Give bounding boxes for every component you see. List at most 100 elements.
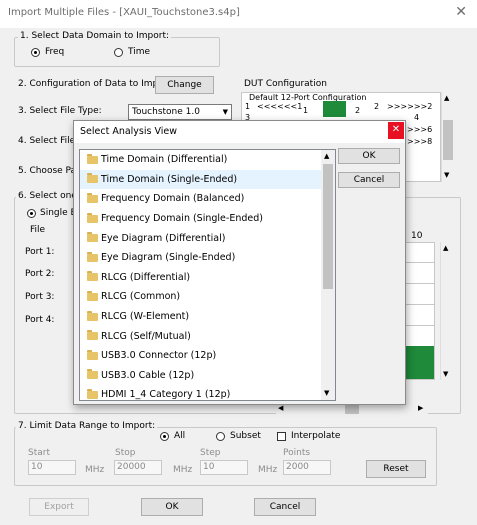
dialog-title-bar: Select Analysis View ✕ bbox=[74, 121, 405, 143]
list-item-label: USB3.0 Connector (12p) bbox=[101, 350, 217, 362]
cancel-button[interactable]: Cancel bbox=[254, 498, 316, 516]
grid-divider bbox=[405, 304, 435, 305]
port-4-label: Port 4: bbox=[25, 315, 55, 325]
list-item[interactable]: Eye Diagram (Differential) bbox=[80, 228, 321, 248]
list-item[interactable]: Time Domain (Differential) bbox=[80, 150, 321, 170]
list-scroll-thumb[interactable] bbox=[323, 164, 333, 289]
list-item-label: RLCG (Differential) bbox=[101, 271, 191, 283]
folder-icon bbox=[87, 310, 98, 321]
config-label: 2. Configuration of Data to Import: bbox=[18, 79, 175, 89]
list-item[interactable]: Frequency Domain (Single-Ended) bbox=[80, 209, 321, 229]
folder-icon bbox=[87, 153, 98, 164]
step-unit: MHz bbox=[258, 465, 278, 475]
ok-button[interactable]: OK bbox=[141, 498, 203, 516]
window-close-icon[interactable]: ✕ bbox=[455, 4, 467, 20]
select-analysis-dialog: Select Analysis View ✕ ▲ ▼ Time Domain (… bbox=[73, 120, 406, 405]
folder-icon bbox=[87, 369, 98, 380]
folder-icon bbox=[87, 232, 98, 243]
grid-scroll-left-icon[interactable]: ◀ bbox=[278, 404, 283, 412]
dut-block bbox=[323, 101, 346, 117]
column-10-header: 10 bbox=[411, 231, 423, 241]
grid-scroll-down-icon[interactable]: ▼ bbox=[443, 370, 448, 378]
list-scroll-down-icon[interactable]: ▼ bbox=[324, 389, 329, 397]
list-scrollbar[interactable]: ▲ ▼ bbox=[321, 150, 335, 400]
grid-scroll-up-icon[interactable]: ▲ bbox=[443, 244, 448, 252]
step-label: Step bbox=[200, 448, 221, 458]
window-title: Import Multiple Files - [XAUI_Touchstone… bbox=[8, 7, 240, 18]
grid-divider bbox=[405, 283, 435, 284]
step-field[interactable]: 10 bbox=[200, 460, 248, 475]
dialog-close-icon[interactable]: ✕ bbox=[388, 122, 404, 139]
list-item-label: USB3.0 Cable (12p) bbox=[101, 369, 195, 381]
list-item[interactable]: Eye Diagram (Single-Ended) bbox=[80, 248, 321, 268]
start-field[interactable]: 10 bbox=[28, 460, 76, 475]
subset-label: Subset bbox=[230, 431, 261, 441]
grid-selected-cell[interactable] bbox=[406, 346, 434, 379]
stop-field[interactable]: 20000 bbox=[114, 460, 162, 475]
grid-scroll-thumb[interactable] bbox=[345, 405, 359, 414]
limit-range-label: 7. Limit Data Range to Import: bbox=[16, 421, 158, 431]
subset-radio[interactable] bbox=[216, 432, 225, 441]
dut-port-mid-1: 1 bbox=[303, 106, 309, 115]
dut-arrow-6: >>>6 bbox=[407, 125, 433, 134]
dut-scroll-up-icon[interactable]: ▲ bbox=[444, 94, 449, 102]
all-radio[interactable] bbox=[160, 432, 169, 441]
file-header: File bbox=[30, 225, 46, 235]
list-item[interactable]: USB3.0 Connector (12p) bbox=[80, 346, 321, 366]
file-type-select[interactable]: Touchstone 1.0 ▼ bbox=[128, 104, 232, 120]
list-item[interactable]: Time Domain (Single-Ended) bbox=[80, 169, 321, 190]
list-item-label: HDMI 1_4 Category 1 (12p) bbox=[101, 389, 231, 401]
reset-button[interactable]: Reset bbox=[366, 460, 426, 478]
points-label: Points bbox=[283, 448, 311, 458]
dut-scroll-thumb[interactable] bbox=[443, 120, 453, 160]
dut-port-mid-2: 2 bbox=[355, 106, 361, 115]
folder-icon bbox=[87, 212, 98, 223]
analysis-view-list[interactable]: ▲ ▼ Time Domain (Differential) Time Domai… bbox=[79, 149, 336, 401]
list-item-label: Frequency Domain (Single-Ended) bbox=[101, 213, 263, 225]
list-item[interactable]: HDMI 1_4 Category 1 (12p) bbox=[80, 385, 321, 401]
folder-icon bbox=[87, 192, 98, 203]
list-item[interactable]: RLCG (Self/Mutual) bbox=[80, 326, 321, 346]
dialog-cancel-button[interactable]: Cancel bbox=[338, 172, 400, 188]
list-item[interactable]: USB3.0 Cable (12p) bbox=[80, 366, 321, 386]
points-field[interactable]: 2000 bbox=[283, 460, 331, 475]
list-item-label: Frequency Domain (Balanced) bbox=[101, 193, 245, 205]
list-item-label: Eye Diagram (Differential) bbox=[101, 232, 226, 244]
grid-divider bbox=[405, 325, 435, 326]
interpolate-label: Interpolate bbox=[291, 431, 341, 441]
list-item[interactable]: RLCG (Differential) bbox=[80, 268, 321, 288]
dialog-ok-button[interactable]: OK bbox=[338, 148, 400, 164]
list-item-label: RLCG (W-Element) bbox=[101, 311, 190, 323]
list-item[interactable]: RLCG (Common) bbox=[80, 287, 321, 307]
data-domain-label: 1. Select Data Domain to Import: bbox=[18, 31, 172, 41]
grid-scrollbar-v[interactable] bbox=[440, 242, 454, 380]
stop-unit: MHz bbox=[173, 465, 193, 475]
folder-icon bbox=[87, 251, 98, 262]
export-button[interactable]: Export bbox=[29, 498, 89, 516]
all-label: All bbox=[174, 431, 186, 441]
start-unit: MHz bbox=[85, 465, 105, 475]
list-item-label: Eye Diagram (Single-Ended) bbox=[101, 252, 236, 264]
change-button[interactable]: Change bbox=[155, 76, 214, 94]
dut-config-name: Default 12-Port Configuration bbox=[249, 93, 367, 102]
list-item[interactable]: Frequency Domain (Balanced) bbox=[80, 189, 321, 209]
list-item[interactable]: RLCG (W-Element) bbox=[80, 307, 321, 327]
freq-radio[interactable] bbox=[31, 48, 40, 57]
stop-label: Stop bbox=[115, 448, 136, 458]
file-type-value: Touchstone 1.0 bbox=[132, 107, 200, 117]
import-window: Import Multiple Files - [XAUI_Touchstone… bbox=[0, 0, 477, 525]
grid-scroll-right-icon[interactable]: ▶ bbox=[418, 404, 423, 412]
folder-icon bbox=[87, 290, 98, 301]
dut-arrows-left-1: <<<<<<1 bbox=[257, 102, 303, 111]
list-item-label: RLCG (Self/Mutual) bbox=[101, 330, 191, 342]
dut-scroll-down-icon[interactable]: ▼ bbox=[444, 171, 449, 179]
list-scroll-up-icon[interactable]: ▲ bbox=[324, 152, 329, 160]
dut-port-right-2: 2 bbox=[374, 102, 380, 111]
folder-icon bbox=[87, 173, 98, 184]
single-ended-radio[interactable] bbox=[27, 209, 36, 218]
grid-divider bbox=[405, 262, 435, 263]
folder-icon bbox=[87, 271, 98, 282]
dut-arrows-right-2: >>>>>>2 bbox=[387, 102, 433, 111]
interpolate-checkbox[interactable] bbox=[277, 432, 286, 441]
time-radio[interactable] bbox=[114, 48, 123, 57]
